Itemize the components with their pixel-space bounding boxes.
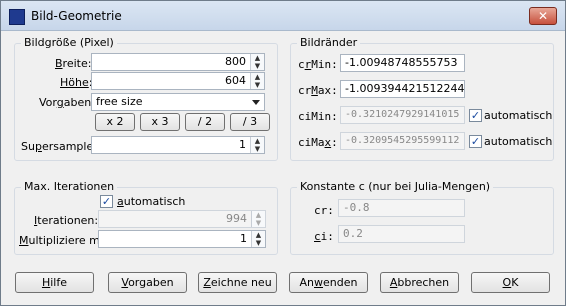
- redraw-button[interactable]: Zeichne neu: [198, 272, 277, 293]
- iterations-spinner[interactable]: ▲ ▼: [251, 211, 265, 227]
- cimax-input[interactable]: -0.3209545295599112: [340, 132, 465, 150]
- cancel-button[interactable]: Abbrechen: [380, 272, 459, 293]
- image-borders-group-title: Bildränder: [297, 36, 361, 49]
- defaults-button[interactable]: Vorgaben: [108, 272, 187, 293]
- divide-two-button[interactable]: / 2: [185, 113, 225, 131]
- chevron-down-icon: [252, 100, 260, 105]
- presets-label: Vorgaben:: [39, 96, 95, 109]
- max-iterations-group-title: Max. Iterationen: [21, 180, 118, 193]
- height-label: Höhe:: [60, 76, 92, 89]
- cimax-auto-checkbox[interactable]: ✓: [469, 135, 482, 148]
- julia-constant-group: Konstante c (nur bei Julia-Mengen): [290, 180, 554, 255]
- iterations-label: Iterationen:: [34, 214, 99, 227]
- window-title: Bild-Geometrie: [31, 9, 122, 23]
- cimin-auto-label: automatisch: [484, 109, 553, 122]
- iterations-auto-checkbox[interactable]: ✓: [100, 195, 113, 208]
- divide-three-button[interactable]: / 3: [230, 113, 270, 131]
- multiply-spinner[interactable]: ▲ ▼: [251, 231, 265, 247]
- iterations-auto-label: automatisch: [117, 195, 186, 208]
- times-two-button[interactable]: x 2: [95, 113, 135, 131]
- title-bar[interactable]: Bild-Geometrie ✕: [1, 1, 565, 31]
- height-spinner[interactable]: ▲ ▼: [250, 73, 264, 89]
- app-icon: [9, 9, 25, 25]
- multiply-input[interactable]: 1 ▲ ▼: [98, 230, 266, 248]
- width-input[interactable]: 800 ▲ ▼: [91, 53, 265, 71]
- dialog-window: Bild-Geometrie ✕ Bildgröße (Pixel) Breit…: [0, 0, 566, 306]
- cr-input[interactable]: -0.8: [338, 199, 465, 217]
- crmax-input[interactable]: -1.0093944215122448: [340, 80, 465, 98]
- supersample-label: Supersample:: [21, 140, 97, 153]
- cimin-label: ciMin:: [298, 110, 338, 123]
- ci-input[interactable]: 0.2: [338, 225, 465, 243]
- crmin-input[interactable]: -1.00948748555753: [340, 54, 465, 72]
- cimin-input[interactable]: -0.3210247929141015: [340, 106, 465, 124]
- cimax-label: ciMax:: [298, 136, 338, 149]
- cr-label: cr:: [314, 204, 334, 217]
- times-three-button[interactable]: x 3: [140, 113, 180, 131]
- image-size-group-title: Bildgröße (Pixel): [21, 36, 117, 49]
- supersample-spinner[interactable]: ▲ ▼: [250, 137, 264, 153]
- julia-constant-group-title: Konstante c (nur bei Julia-Mengen): [297, 180, 494, 193]
- presets-select[interactable]: free size: [91, 93, 265, 111]
- close-button[interactable]: ✕: [529, 7, 557, 25]
- cimin-auto-checkbox[interactable]: ✓: [469, 109, 482, 122]
- iterations-input[interactable]: 994 ▲ ▼: [98, 210, 266, 228]
- cimax-auto-label: automatisch: [484, 135, 553, 148]
- apply-button[interactable]: Anwenden: [289, 272, 368, 293]
- crmax-label: crMax:: [298, 84, 338, 97]
- help-button[interactable]: Hilfe: [15, 272, 94, 293]
- width-spinner[interactable]: ▲ ▼: [250, 54, 264, 70]
- width-label: Breite:: [55, 57, 92, 70]
- supersample-input[interactable]: 1 ▲ ▼: [91, 136, 265, 154]
- crmin-label: crMin:: [298, 58, 338, 71]
- ok-button[interactable]: OK: [471, 272, 550, 293]
- ci-label: ci:: [314, 230, 334, 243]
- height-input[interactable]: 604 ▲ ▼: [91, 72, 265, 90]
